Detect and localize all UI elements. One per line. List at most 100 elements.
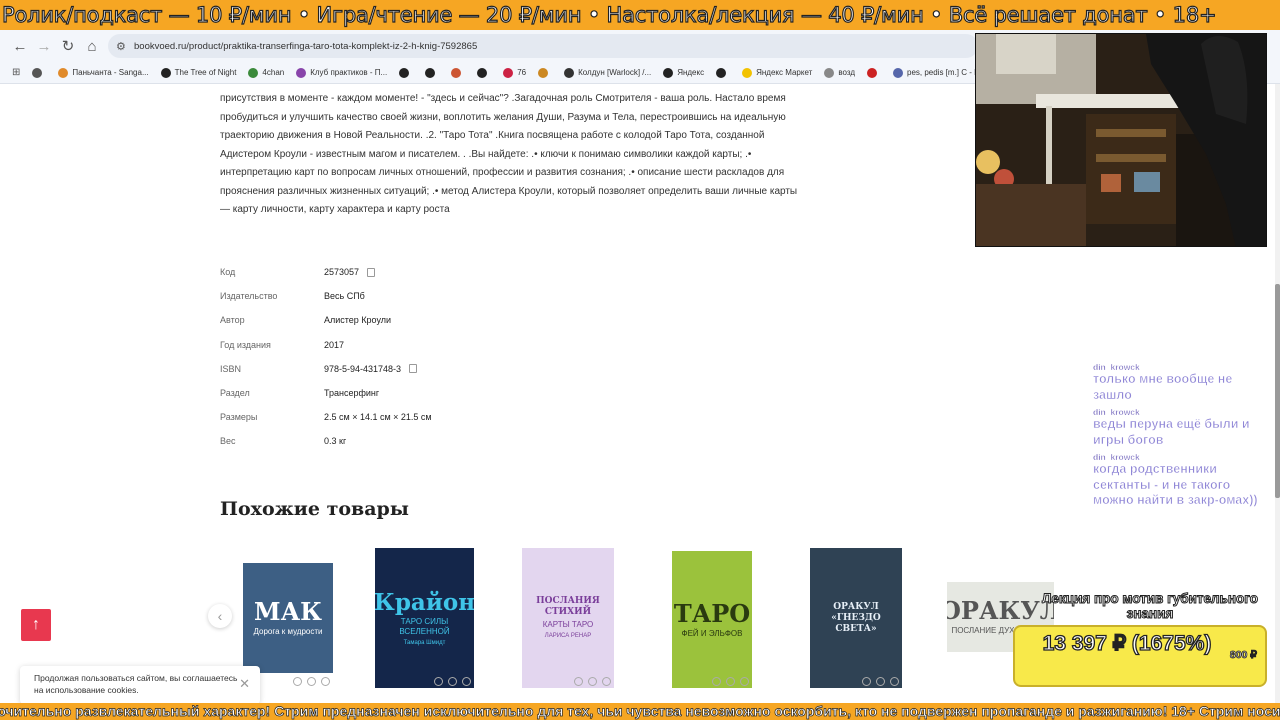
bookmark-item[interactable]	[716, 67, 730, 78]
bookmark-item[interactable]: Колдун [Warlock] /...	[564, 67, 651, 78]
spec-value: 2.5 см × 14.1 см × 21.5 см	[324, 412, 432, 423]
cart-icon[interactable]	[321, 677, 330, 686]
bookmark-item[interactable]: pes, pedis [m.] C - L...	[893, 67, 986, 78]
product-cover-text: ТАРО	[673, 598, 751, 628]
scroll-to-top-button[interactable]: ↑	[21, 609, 51, 641]
cart-icon[interactable]	[462, 677, 471, 686]
bookmark-item[interactable]: 76	[503, 67, 526, 78]
compare-icon[interactable]	[448, 677, 457, 686]
like-icon[interactable]	[862, 677, 871, 686]
bookmark-label: возд	[838, 68, 855, 77]
spec-row: ISBN 978-5-94-431748-3	[220, 357, 432, 381]
bookmark-item[interactable]	[399, 67, 413, 78]
chat-message: din_krowck когда родственники сектанты - …	[1093, 452, 1273, 509]
cart-icon[interactable]	[740, 677, 749, 686]
spec-value-wrap: 978-5-94-431748-3	[324, 364, 418, 374]
bookmark-item[interactable]	[32, 67, 46, 78]
like-icon[interactable]	[712, 677, 721, 686]
spec-key: Издательство	[220, 291, 278, 302]
bookmark-favicon-icon	[477, 67, 488, 78]
spec-key: Автор	[220, 315, 245, 326]
product-description: присутствия в моменте - каждом моменте! …	[220, 93, 798, 215]
bookmark-label: pes, pedis [m.] C - L...	[907, 68, 986, 77]
bookmark-favicon-icon	[32, 67, 43, 78]
scrollbar-thumb[interactable]	[1275, 284, 1280, 498]
forward-icon[interactable]: →	[32, 34, 56, 58]
bookmark-item[interactable]: The Tree of Night	[160, 67, 236, 78]
bookmark-favicon-icon	[451, 67, 462, 78]
chat-message: din_krowck только мне вообще не зашло	[1093, 362, 1273, 403]
copy-icon[interactable]	[409, 364, 418, 374]
product-cover-image[interactable]: ПОСЛАНИЯ СТИХИЙ КАРТЫ ТАРО ЛАРИСА РЕНАР	[522, 548, 614, 688]
cart-icon[interactable]	[890, 677, 899, 686]
donation-goal-box: 13 397 ₽ (1675%) 800 ₽	[1013, 625, 1267, 687]
back-icon[interactable]: ←	[8, 34, 32, 58]
spec-row: Раздел Трансерфинг	[220, 381, 432, 405]
cart-icon[interactable]	[602, 677, 611, 686]
address-bar[interactable]: ⚙ bookvoed.ru/product/praktika-transerfi…	[108, 34, 978, 58]
like-icon[interactable]	[434, 677, 443, 686]
bookmark-favicon-icon	[399, 67, 410, 78]
bookmark-favicon-icon	[160, 67, 171, 78]
product-cover-image[interactable]: ТАРО ФЕЙ И ЭЛЬФОВ	[672, 551, 752, 688]
bookmark-favicon-icon	[893, 67, 903, 78]
compare-icon[interactable]	[588, 677, 597, 686]
bookmark-item[interactable]: Яндекс Маркет	[742, 67, 812, 78]
page-scrollbar[interactable]	[1275, 84, 1280, 703]
apps-icon[interactable]: ⊞	[12, 67, 20, 78]
donation-goal-amount: 13 397 ₽ (1675%)	[1042, 631, 1212, 655]
product-cover-text: МАК	[254, 597, 322, 626]
compare-icon[interactable]	[876, 677, 885, 686]
bookmark-favicon-icon	[867, 67, 877, 78]
close-icon[interactable]: ✕	[239, 677, 250, 690]
spec-key: Размеры	[220, 412, 258, 423]
product-actions	[574, 677, 611, 686]
bookmark-item[interactable]: 4chan	[248, 67, 285, 78]
bookmark-label: Клуб практиков - П...	[310, 68, 388, 77]
bookmark-item[interactable]	[425, 67, 439, 78]
chat-username: din_krowck	[1093, 407, 1140, 417]
spec-row: Автор Алистер Кроули	[220, 308, 432, 332]
site-settings-icon[interactable]: ⚙	[116, 40, 134, 53]
spec-value-wrap: Весь СПб	[324, 291, 365, 301]
spec-key: ISBN	[220, 363, 242, 374]
product-cover-image[interactable]: ОРАКУЛ «ГНЕЗДО СВЕТА»	[810, 548, 902, 688]
compare-icon[interactable]	[726, 677, 735, 686]
bookmark-item[interactable]	[538, 67, 552, 78]
bookmark-item[interactable]	[451, 67, 465, 78]
spec-value: Трансерфинг	[324, 388, 380, 399]
bookmark-item[interactable]: Яндекс	[663, 67, 704, 78]
bookmark-item[interactable]	[867, 67, 881, 78]
bookmark-label: Паньчанта - Sanga...	[72, 68, 149, 77]
bookmark-item[interactable]	[477, 67, 491, 78]
reload-icon[interactable]: ↻	[56, 34, 80, 58]
spec-value-wrap: 2.5 см × 14.1 см × 21.5 см	[324, 412, 432, 422]
product-cover-image[interactable]: МАК Дорога к мудрости	[243, 563, 333, 673]
bookmark-item[interactable]: возд	[824, 67, 855, 78]
bookmark-item[interactable]: Паньчанта - Sanga...	[58, 67, 149, 78]
bookmark-item[interactable]: Клуб практиков - П...	[296, 67, 388, 78]
chat-text: когда родственники сектанты - и не таког…	[1093, 462, 1258, 507]
cookie-text: Продолжая пользоваться сайтом, вы соглаш…	[34, 673, 238, 695]
donation-goal-target: 800 ₽	[1229, 649, 1257, 662]
compare-icon[interactable]	[307, 677, 316, 686]
bookmark-label: 4chan	[262, 68, 285, 77]
url-text[interactable]: bookvoed.ru/product/praktika-transerfing…	[134, 41, 477, 52]
spec-value-wrap: 0.3 кг	[324, 436, 346, 446]
carousel-prev-button[interactable]: ‹	[208, 604, 232, 628]
bookmark-favicon-icon	[425, 67, 436, 78]
home-icon[interactable]: ⌂	[80, 34, 104, 58]
bookmark-favicon-icon	[296, 67, 307, 78]
chat-message: din_krowck веды перуна ещё были и игры бо…	[1093, 407, 1273, 448]
bookmark-favicon-icon	[564, 67, 575, 78]
spec-key: Год издания	[220, 339, 271, 350]
product-cover-text: ОРАКУЛ «ГНЕЗДО СВЕТА»	[831, 601, 881, 634]
product-cover-text: ПОСЛАНИЯ СТИХИЙ	[536, 596, 600, 617]
copy-icon[interactable]	[367, 267, 376, 277]
like-icon[interactable]	[293, 677, 302, 686]
top-ticker-text: Ролик/подкаст — 10 ₽/мин • Игра/чтение —…	[1, 2, 1217, 27]
bottom-ticker-text: ючительно развлекательный характер! Стри…	[0, 703, 1280, 719]
spec-key: Раздел	[220, 388, 250, 399]
like-icon[interactable]	[574, 677, 583, 686]
product-cover-image[interactable]: Крайон ТАРО СИЛЫ ВСЕЛЕННОЙ Тамара Шмидт	[375, 548, 474, 688]
